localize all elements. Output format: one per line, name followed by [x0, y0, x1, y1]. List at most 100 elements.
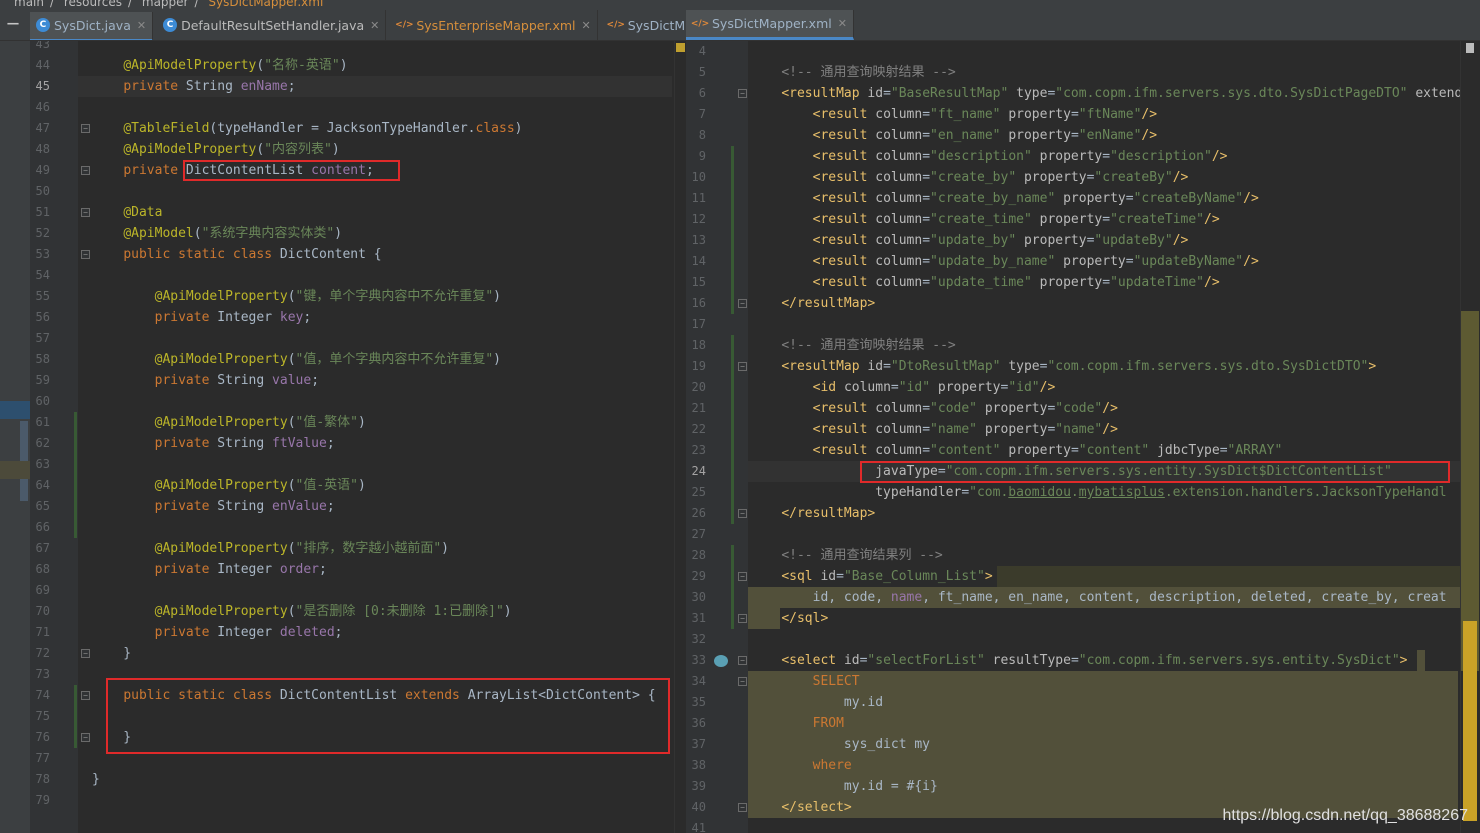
- close-icon[interactable]: ✕: [137, 19, 146, 32]
- code-line[interactable]: 50: [0, 181, 686, 202]
- close-icon[interactable]: ✕: [838, 17, 847, 30]
- breadcrumb-item[interactable]: resources: [64, 0, 122, 9]
- code-line[interactable]: 13 <result column="update_by" property="…: [688, 230, 1480, 251]
- vertical-scrollbar[interactable]: [674, 41, 686, 833]
- fold-icon[interactable]: −: [738, 89, 747, 98]
- breadcrumb-item[interactable]: SysDictMapper.xml: [208, 0, 323, 9]
- fold-icon[interactable]: −: [81, 733, 90, 742]
- code-line[interactable]: 34 SELECT−: [688, 671, 1480, 692]
- code-line[interactable]: 30 id, code, name, ft_name, en_name, con…: [688, 587, 1480, 608]
- fold-icon[interactable]: −: [81, 208, 90, 217]
- code-line[interactable]: 35 my.id: [688, 692, 1480, 713]
- code-line[interactable]: 48 @ApiModelProperty("内容列表"): [0, 139, 686, 160]
- fold-icon[interactable]: −: [738, 614, 747, 623]
- code-line[interactable]: 55 @ApiModelProperty("键，单个字典内容中不允许重复"): [0, 286, 686, 307]
- tab-sysdictmap[interactable]: </> SysDictMap ▾: [602, 10, 686, 40]
- code-line[interactable]: 10 <result column="create_by" property="…: [688, 167, 1480, 188]
- fold-icon[interactable]: −: [738, 509, 747, 518]
- code-line[interactable]: 61 @ApiModelProperty("值-繁体"): [0, 412, 686, 433]
- code-line[interactable]: 57: [0, 328, 686, 349]
- code-line[interactable]: 63: [0, 454, 686, 475]
- code-line[interactable]: 68 private Integer order;: [0, 559, 686, 580]
- code-line[interactable]: 29 <sql id="Base_Column_List">−: [688, 566, 1480, 587]
- close-icon[interactable]: ✕: [582, 19, 591, 32]
- code-line[interactable]: 43: [0, 41, 686, 55]
- code-line[interactable]: 27: [688, 524, 1480, 545]
- code-line[interactable]: 44 @ApiModelProperty("名称-英语"): [0, 55, 686, 76]
- code-line[interactable]: 59 private String value;: [0, 370, 686, 391]
- tab-sysdictmapper-xml[interactable]: </> SysDictMapper.xml ✕: [686, 10, 854, 40]
- fold-icon[interactable]: −: [81, 124, 90, 133]
- breadcrumb-item[interactable]: main: [14, 0, 44, 9]
- code-line[interactable]: 19 <resultMap id="DtoResultMap" type="co…: [688, 356, 1480, 377]
- code-line[interactable]: 69: [0, 580, 686, 601]
- code-line[interactable]: 60: [0, 391, 686, 412]
- tab-sysenterprisemapper[interactable]: </> SysEnterpriseMapper.xml ✕: [390, 10, 597, 40]
- fold-icon[interactable]: −: [81, 166, 90, 175]
- fold-icon[interactable]: −: [81, 649, 90, 658]
- code-line[interactable]: 16 </resultMap>−: [688, 293, 1480, 314]
- code-line[interactable]: 26 </resultMap>−: [688, 503, 1480, 524]
- close-icon[interactable]: ✕: [370, 19, 379, 32]
- code-line[interactable]: 46: [0, 97, 686, 118]
- code-line[interactable]: 51 @Data−: [0, 202, 686, 223]
- fold-icon[interactable]: −: [738, 677, 747, 686]
- code-line[interactable]: 37 sys_dict my: [688, 734, 1480, 755]
- code-line[interactable]: 58 @ApiModelProperty("值，单个字典内容中不允许重复"): [0, 349, 686, 370]
- code-line[interactable]: 71 private Integer deleted;: [0, 622, 686, 643]
- code-line[interactable]: 33 <select id="selectForList" resultType…: [688, 650, 1480, 671]
- fold-icon[interactable]: −: [738, 656, 747, 665]
- code-line[interactable]: 65 private String enValue;: [0, 496, 686, 517]
- java-editor-pane[interactable]: 4344 @ApiModelProperty("名称-英语")45 privat…: [0, 41, 686, 833]
- code-line[interactable]: 22 <result column="name" property="name"…: [688, 419, 1480, 440]
- code-line[interactable]: 15 <result column="update_time" property…: [688, 272, 1480, 293]
- code-line[interactable]: 17: [688, 314, 1480, 335]
- code-line[interactable]: 11 <result column="create_by_name" prope…: [688, 188, 1480, 209]
- code-line[interactable]: 21 <result column="code" property="code"…: [688, 398, 1480, 419]
- minimize-icon[interactable]: —: [0, 15, 26, 30]
- code-line[interactable]: 9 <result column="description" property=…: [688, 146, 1480, 167]
- code-line[interactable]: 32: [688, 629, 1480, 650]
- code-line[interactable]: 66: [0, 517, 686, 538]
- code-line[interactable]: 20 <id column="id" property="id"/>: [688, 377, 1480, 398]
- code-line[interactable]: 62 private String ftValue;: [0, 433, 686, 454]
- code-line[interactable]: 78}: [0, 769, 686, 790]
- code-line[interactable]: 52 @ApiModel("系统字典内容实体类"): [0, 223, 686, 244]
- fold-icon[interactable]: −: [738, 299, 747, 308]
- code-line[interactable]: 72 }−: [0, 643, 686, 664]
- vertical-scrollbar[interactable]: [1460, 41, 1480, 833]
- code-line[interactable]: 28 <!-- 通用查询结果列 -->: [688, 545, 1480, 566]
- code-line[interactable]: 14 <result column="update_by_name" prope…: [688, 251, 1480, 272]
- code-line[interactable]: 25 typeHandler="com.baomidou.mybatisplus…: [688, 482, 1480, 503]
- breadcrumb-item[interactable]: mapper: [142, 0, 189, 9]
- tab-defaultresultsethandler[interactable]: C DefaultResultSetHandler.java ✕: [157, 10, 386, 40]
- code-line[interactable]: 4: [688, 41, 1480, 62]
- code-line[interactable]: 23 <result column="content" property="co…: [688, 440, 1480, 461]
- code-line[interactable]: 8 <result column="en_name" property="enN…: [688, 125, 1480, 146]
- tab-sysdict-java[interactable]: C SysDict.java ✕: [30, 12, 153, 42]
- fold-icon[interactable]: −: [81, 691, 90, 700]
- xml-editor-pane[interactable]: 45 <!-- 通用查询映射结果 -->6 <resultMap id="Bas…: [688, 41, 1480, 833]
- code-line[interactable]: 45 private String enName;: [0, 76, 686, 97]
- scroll-thumb[interactable]: [1461, 311, 1479, 671]
- code-line[interactable]: 70 @ApiModelProperty("是否删除 [0:未删除 1:已删除]…: [0, 601, 686, 622]
- code-line[interactable]: 64 @ApiModelProperty("值-英语"): [0, 475, 686, 496]
- code-line[interactable]: 12 <result column="create_time" property…: [688, 209, 1480, 230]
- code-line[interactable]: 38 where: [688, 755, 1480, 776]
- code-line[interactable]: 67 @ApiModelProperty("排序，数字越小越前面"): [0, 538, 686, 559]
- code-line[interactable]: 18 <!-- 通用查询映射结果 -->: [688, 335, 1480, 356]
- code-line[interactable]: 36 FROM: [688, 713, 1480, 734]
- fold-icon[interactable]: −: [738, 572, 747, 581]
- code-line[interactable]: 53 public static class DictContent {−: [0, 244, 686, 265]
- fold-icon[interactable]: −: [81, 250, 90, 259]
- code-line[interactable]: 56 private Integer key;: [0, 307, 686, 328]
- code-line[interactable]: 7 <result column="ft_name" property="ftN…: [688, 104, 1480, 125]
- code-line[interactable]: 31 </sql>−: [688, 608, 1480, 629]
- code-line[interactable]: 39 my.id = #{i}: [688, 776, 1480, 797]
- fold-icon[interactable]: −: [738, 362, 747, 371]
- code-line[interactable]: 54: [0, 265, 686, 286]
- code-line[interactable]: 79: [0, 790, 686, 811]
- fold-icon[interactable]: −: [738, 803, 747, 812]
- code-line[interactable]: 6 <resultMap id="BaseResultMap" type="co…: [688, 83, 1480, 104]
- code-line[interactable]: 47 @TableField(typeHandler = JacksonType…: [0, 118, 686, 139]
